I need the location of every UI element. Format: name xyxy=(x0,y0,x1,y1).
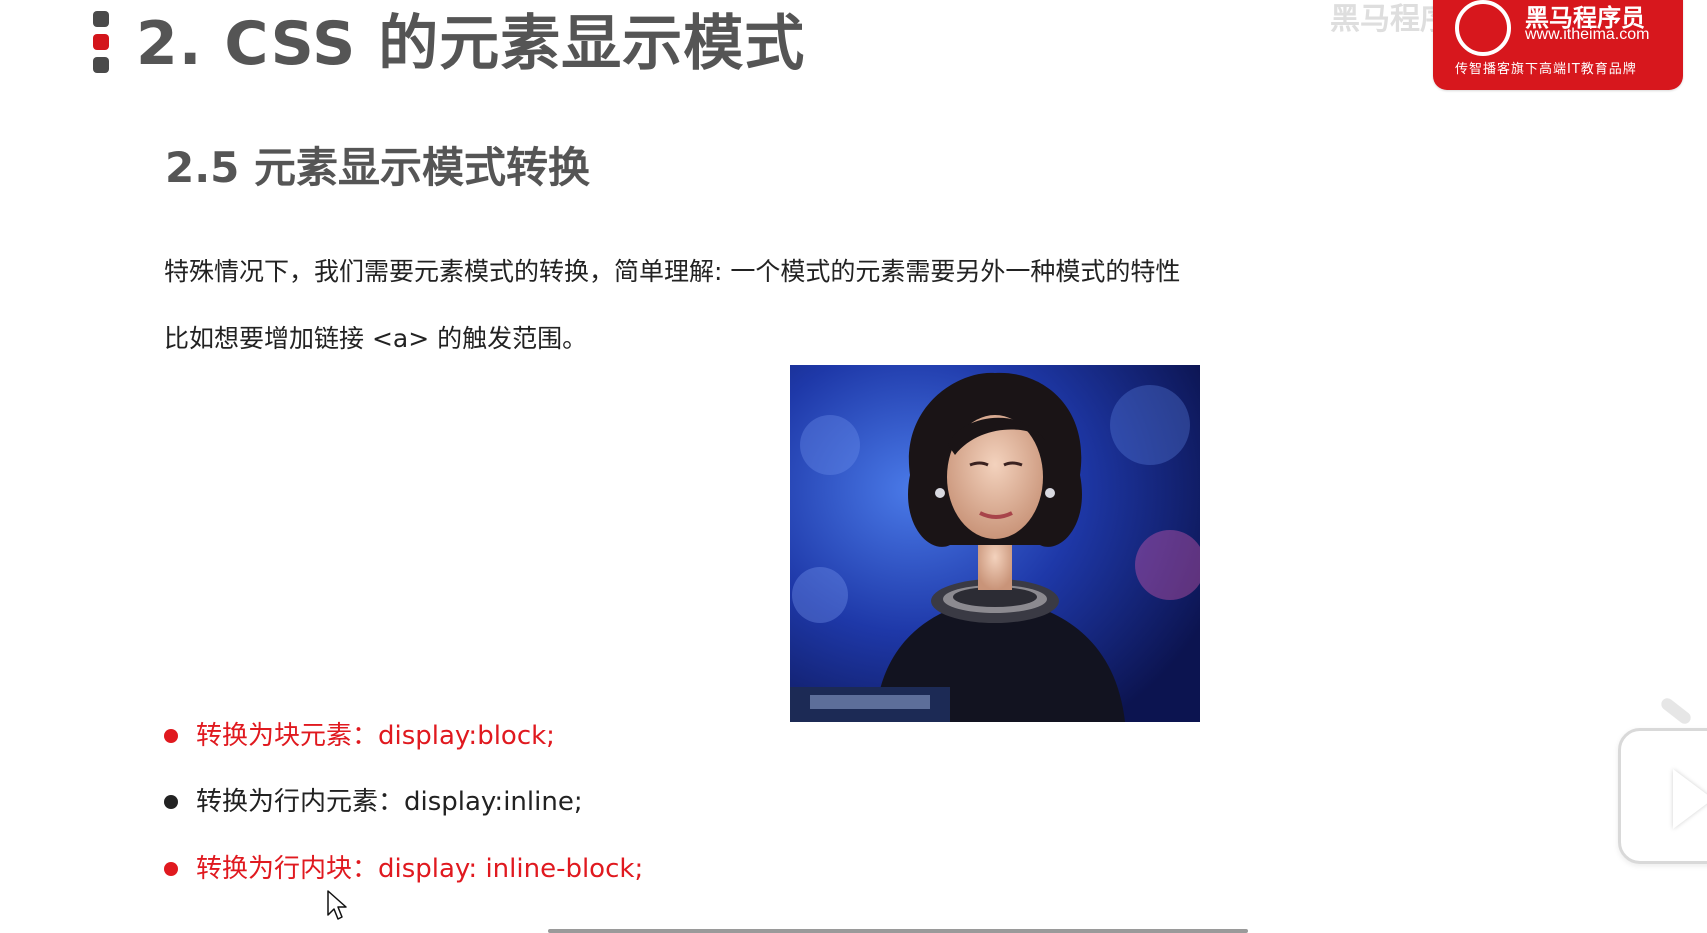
section-title: 2.5 元素显示模式转换 xyxy=(165,143,591,192)
bullet-text: 转换为行内块：display: inline-block; xyxy=(196,854,644,884)
marker-dot-active xyxy=(93,34,109,50)
logo-slogan: 传智播客旗下高端IT教育品牌 xyxy=(1455,62,1637,77)
slide-page: 黑马程序员 老师 2. CSS 的元素显示模式 2.5 元素显示模式转换 特殊情… xyxy=(0,0,1707,933)
paragraph-1: 特殊情况下，我们需要元素模式的转换，简单理解: 一个模式的元素需要另外一种模式的… xyxy=(164,257,1181,286)
example-photo xyxy=(790,365,1200,722)
play-button-handle xyxy=(1658,695,1694,727)
brand-logo: 黑马程序员 www.itheima.com 传智播客旗下高端IT教育品牌 xyxy=(1433,0,1683,90)
bullet-dot-icon xyxy=(164,795,178,809)
marker-dot xyxy=(93,11,109,27)
play-icon xyxy=(1673,769,1707,829)
logo-icon xyxy=(1455,0,1511,56)
marker-dot xyxy=(93,57,109,73)
mouse-cursor-icon xyxy=(327,890,347,920)
logo-url: www.itheima.com xyxy=(1525,26,1650,43)
bullet-display-block: 转换为块元素：display:block; xyxy=(164,716,555,756)
paragraph-2: 比如想要增加链接 <a> 的触发范围。 xyxy=(164,324,588,353)
bullet-text: 转换为行内元素：display:inline; xyxy=(196,787,583,817)
list-marker-icon xyxy=(93,11,109,73)
bullet-text: 转换为块元素：display:block; xyxy=(196,721,555,751)
floating-play-button[interactable] xyxy=(1618,695,1707,864)
bullet-display-inline: 转换为行内元素：display:inline; xyxy=(164,782,583,822)
horizontal-scrollbar[interactable] xyxy=(548,929,1248,933)
slide-title: 2. CSS 的元素显示模式 xyxy=(136,9,806,79)
bullet-display-inline-block: 转换为行内块：display: inline-block; xyxy=(164,849,643,889)
bullet-dot-icon xyxy=(164,729,178,743)
bullet-dot-icon xyxy=(164,862,178,876)
